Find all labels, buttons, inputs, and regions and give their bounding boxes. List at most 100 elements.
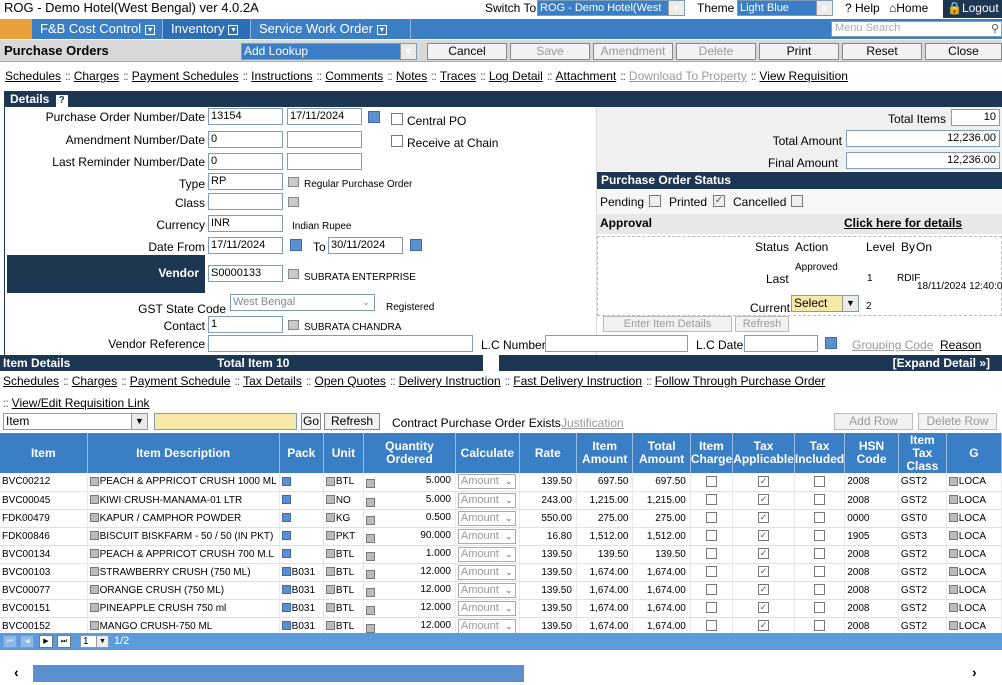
hsn-code-cell[interactable]: 0000	[844, 509, 899, 528]
link-charges[interactable]: Charges	[74, 69, 119, 83]
enter-item-details-button[interactable]: Enter Item Details	[603, 316, 732, 332]
item-code-cell[interactable]: FDK00479	[0, 509, 88, 528]
link-notes[interactable]: Notes	[396, 69, 427, 83]
lookup-icon[interactable]	[89, 477, 99, 487]
lookup-icon[interactable]	[948, 621, 958, 631]
tax-included-checkbox[interactable]	[814, 602, 826, 614]
lookup-icon[interactable]	[366, 623, 375, 633]
delete-button[interactable]: Delete	[676, 43, 756, 60]
item-description-cell[interactable]: STRAWBERRY CRUSH (750 ML)	[87, 563, 280, 582]
rate-cell[interactable]: 139.50	[519, 473, 577, 492]
link-instructions[interactable]: Instructions	[251, 69, 312, 83]
item-amount-cell[interactable]: 1,215.00	[576, 491, 634, 510]
currency-field[interactable]: INR	[208, 215, 283, 232]
item-description-cell[interactable]: PEACH & APPRICOT CRUSH 1000 ML	[87, 473, 280, 492]
item-amount-cell[interactable]: 1,674.00	[576, 563, 634, 582]
rate-cell[interactable]: 139.50	[519, 599, 577, 618]
tax-included-checkbox[interactable]	[814, 512, 826, 524]
lookup-icon[interactable]	[366, 551, 375, 561]
grid-column-header[interactable]: Tax Applicable	[732, 433, 795, 473]
pack-cell[interactable]: B031	[279, 599, 324, 618]
lookup-icon[interactable]	[89, 567, 99, 577]
reset-button[interactable]: Reset	[842, 43, 922, 60]
delete-row-button[interactable]: Delete Row	[918, 413, 997, 430]
g-cell[interactable]: LOCA	[946, 491, 1002, 510]
approval-action-select[interactable]: Select ▼	[791, 295, 859, 312]
lookup-icon[interactable]	[325, 513, 335, 523]
calculate-cell[interactable]: Amount ⌄	[455, 509, 520, 528]
help-link[interactable]: ? Help	[845, 0, 880, 16]
pack-lookup-icon[interactable]	[281, 549, 291, 559]
calculate-select[interactable]: Amount ⌄	[457, 600, 516, 616]
printed-checkbox[interactable]: ✓	[713, 195, 725, 207]
lookup-icon[interactable]	[325, 531, 335, 541]
lookup-icon[interactable]	[288, 197, 299, 207]
po-date-field[interactable]: 17/11/2024	[287, 108, 362, 125]
calculate-select[interactable]: Amount ⌄	[457, 564, 516, 580]
item-description-cell[interactable]: BISCUIT BISKFARM - 50 / 50 (IN PKT)	[87, 527, 280, 546]
quantity-cell[interactable]: 90.000	[363, 527, 456, 546]
pack-lookup-icon[interactable]	[281, 603, 291, 613]
item-amount-cell[interactable]: 1,512.00	[576, 527, 634, 546]
calculate-select[interactable]: Amount ⌄	[457, 528, 516, 544]
tax-class-cell[interactable]: GST2	[898, 491, 947, 510]
link-comments[interactable]: Comments	[325, 69, 383, 83]
lookup-icon[interactable]	[948, 495, 958, 505]
calculate-select[interactable]: Amount ⌄	[457, 618, 516, 634]
lookup-icon[interactable]	[325, 585, 335, 595]
pack-cell[interactable]	[279, 545, 324, 564]
hsn-code-cell[interactable]: 2008	[844, 563, 899, 582]
lookup-icon[interactable]	[288, 269, 299, 279]
pack-cell[interactable]	[279, 509, 324, 528]
lookup-icon[interactable]	[366, 569, 375, 579]
tax-applicable-checkbox[interactable]: ✓	[758, 566, 770, 578]
link-view-requisition[interactable]: View Requisition	[759, 69, 848, 83]
central-po-checkbox[interactable]	[391, 113, 403, 125]
quantity-cell[interactable]: 1.000	[363, 545, 456, 564]
pending-checkbox[interactable]	[649, 195, 661, 207]
grid-column-header[interactable]: Calculate	[455, 433, 520, 473]
page-select[interactable]: 1 ▼	[80, 635, 109, 648]
approval-details-link[interactable]: Click here for details	[844, 216, 962, 230]
calculate-cell[interactable]: Amount ⌄	[455, 545, 520, 564]
tax-class-cell[interactable]: GST2	[898, 581, 947, 600]
unit-cell[interactable]: NO	[323, 491, 365, 510]
item-code-cell[interactable]: FDK00846	[0, 527, 88, 546]
rate-cell[interactable]: 139.50	[519, 581, 577, 600]
amendment-number-field[interactable]: 0	[208, 131, 283, 148]
tax-included-checkbox[interactable]	[814, 494, 826, 506]
unit-cell[interactable]: BTL	[323, 473, 365, 492]
rate-cell[interactable]: 139.50	[519, 545, 577, 564]
calculate-cell[interactable]: Amount ⌄	[455, 599, 520, 618]
lookup-icon[interactable]	[948, 549, 958, 559]
calculate-select[interactable]: Amount ⌄	[457, 546, 516, 562]
table-row[interactable]: BVC00077 ORANGE CRUSH (750 ML) B031 BTL 12.0…	[0, 581, 1002, 600]
scroll-left-icon[interactable]: ‹	[14, 664, 19, 680]
item-charge-checkbox[interactable]	[706, 584, 718, 596]
link-log-detail[interactable]: Log Detail	[489, 69, 543, 83]
calculate-cell[interactable]: Amount ⌄	[455, 473, 520, 492]
rate-cell[interactable]: 243.00	[519, 491, 577, 510]
lookup-icon[interactable]	[288, 320, 299, 330]
link-schedules[interactable]: Schedules	[5, 69, 61, 83]
item-charge-checkbox[interactable]	[706, 548, 718, 560]
pack-cell[interactable]	[279, 473, 324, 492]
approval-refresh-button[interactable]: Refresh	[735, 316, 789, 332]
tax-included-checkbox[interactable]	[814, 620, 826, 632]
item-code-cell[interactable]: BVC00212	[0, 473, 88, 492]
g-cell[interactable]: LOCA	[946, 599, 1002, 618]
lookup-icon[interactable]	[89, 495, 99, 505]
horizontal-scrollbar[interactable]: ‹ ›	[0, 662, 1002, 685]
calendar-icon[interactable]	[290, 239, 302, 251]
item-filter-select[interactable]: Item ▼	[3, 413, 148, 430]
calculate-select[interactable]: Amount ⌄	[457, 474, 516, 490]
total-amount-cell[interactable]: 1,512.00	[632, 527, 691, 546]
quantity-cell[interactable]: 0.500	[363, 509, 456, 528]
print-button[interactable]: Print	[759, 43, 839, 60]
amendment-button[interactable]: Amendment	[593, 43, 673, 60]
gst-state-select[interactable]: West Bengal ⌄	[230, 294, 375, 311]
lookup-icon[interactable]	[325, 549, 335, 559]
pack-lookup-icon[interactable]	[281, 567, 291, 577]
pack-lookup-icon[interactable]	[281, 513, 291, 523]
lookup-icon[interactable]	[325, 621, 335, 631]
